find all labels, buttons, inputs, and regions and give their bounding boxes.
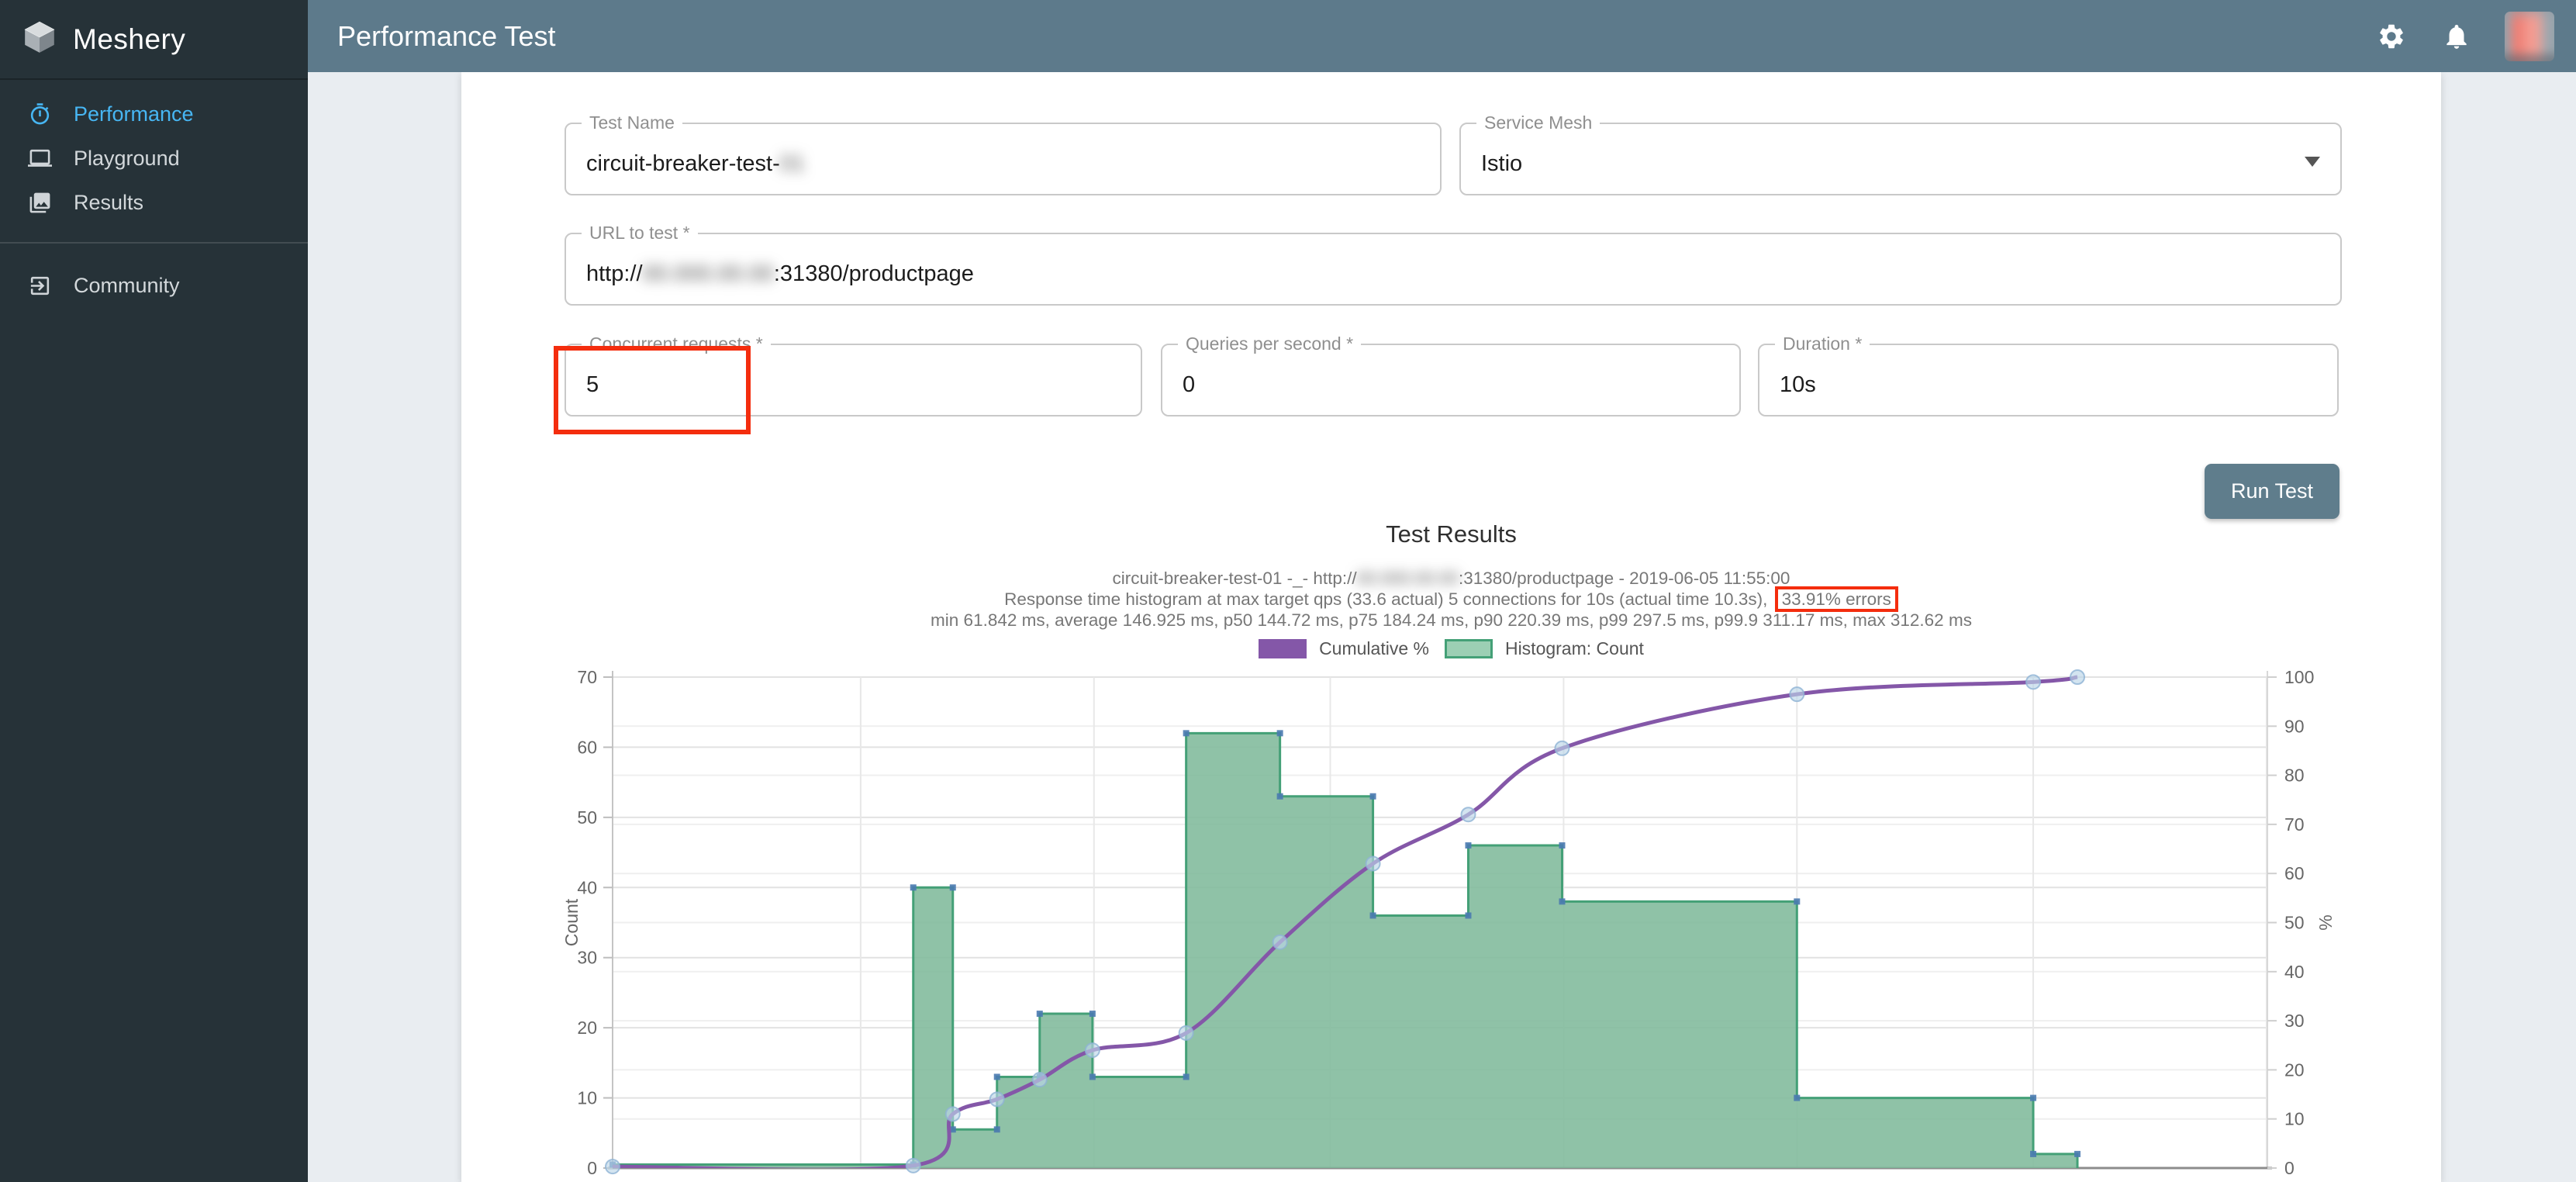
errors-annotation: 33.91% errors: [1775, 586, 1898, 612]
service-mesh-label: Service Mesh: [1476, 112, 1600, 133]
sidebar-item-performance[interactable]: Performance: [0, 92, 308, 137]
brand[interactable]: Meshery: [0, 0, 308, 80]
redacted-text: 01: [780, 151, 805, 176]
concurrent-requests-field[interactable]: Concurrent requests * 5: [565, 344, 1142, 416]
legend-item-cumulative[interactable]: Cumulative %: [1259, 638, 1429, 659]
qps-field[interactable]: Queries per second * 0: [1161, 344, 1741, 416]
run-test-button[interactable]: Run Test: [2205, 464, 2339, 519]
settings-button[interactable]: [2374, 19, 2409, 54]
svg-text:20: 20: [2284, 1059, 2305, 1080]
svg-text:0: 0: [587, 1158, 597, 1178]
url-field[interactable]: URL to test * http://00.000.00.00:31380/…: [565, 233, 2342, 306]
avatar[interactable]: [2505, 12, 2554, 61]
header-actions: [2374, 12, 2576, 61]
svg-text:50: 50: [2284, 913, 2305, 933]
svg-text:20: 20: [577, 1018, 597, 1038]
duration-value: 10s: [1780, 372, 1816, 398]
result-summary-line3: min 61.842 ms, average 146.925 ms, p50 1…: [461, 610, 2441, 631]
service-mesh-value: Istio: [1481, 151, 1522, 177]
svg-text:40: 40: [577, 877, 597, 897]
histogram-swatch-icon: [1445, 639, 1493, 658]
notifications-button[interactable]: [2440, 19, 2474, 54]
performance-test-card: Test Name circuit-breaker-test-01 Servic…: [461, 72, 2441, 1182]
svg-text:60: 60: [2284, 863, 2305, 883]
svg-text:40: 40: [2284, 962, 2305, 982]
sidebar: Meshery Performance Playground Results C…: [0, 0, 308, 1182]
header: Performance Test: [308, 0, 2576, 72]
url-value: http://00.000.00.00:31380/productpage: [586, 261, 974, 287]
svg-text:Count: Count: [561, 898, 582, 946]
test-name-label: Test Name: [582, 112, 682, 133]
result-summary-line1: circuit-breaker-test-01 -_- http://00.00…: [461, 569, 2441, 589]
svg-text:100: 100: [2284, 667, 2314, 687]
redacted-text: 00.000.00.00: [1357, 569, 1459, 588]
response-time-histogram-chart: 0 10 20 30 40 50 60 70 0 10 20 30 40 50 60 70 80 90 100 Cou…: [461, 659, 2441, 1182]
gear-icon: [2377, 22, 2406, 51]
sidebar-item-community[interactable]: Community: [0, 264, 308, 308]
photo-library-icon: [28, 191, 52, 215]
page-title: Performance Test: [308, 20, 2374, 53]
sidebar-item-label: Results: [74, 191, 143, 215]
legend-label: Cumulative %: [1319, 638, 1429, 659]
duration-label: Duration *: [1775, 334, 1870, 354]
exit-to-app-icon: [28, 274, 52, 298]
duration-field[interactable]: Duration * 10s: [1758, 344, 2339, 416]
bell-icon: [2442, 22, 2471, 51]
sidebar-nav: Performance Playground Results Community: [0, 80, 308, 308]
sidebar-divider: [0, 242, 308, 244]
laptop-icon: [28, 147, 52, 171]
sidebar-item-label: Playground: [74, 147, 180, 171]
concurrent-requests-label: Concurrent requests *: [582, 334, 771, 354]
svg-text:90: 90: [2284, 716, 2305, 736]
concurrent-requests-value: 5: [586, 372, 599, 398]
svg-text:50: 50: [577, 807, 597, 828]
brand-name: Meshery: [73, 23, 185, 56]
svg-text:0: 0: [2284, 1158, 2295, 1178]
svg-text:10: 10: [2284, 1109, 2305, 1129]
main-content: Test Name circuit-breaker-test-01 Servic…: [308, 72, 2576, 1182]
svg-text:30: 30: [2284, 1011, 2305, 1031]
meshery-logo-icon: [22, 19, 57, 59]
test-name-value: circuit-breaker-test-01: [586, 151, 805, 177]
avatar-blurred-image: [2505, 12, 2554, 61]
legend-label: Histogram: Count: [1505, 638, 1644, 659]
qps-value: 0: [1183, 372, 1195, 398]
svg-text:30: 30: [577, 948, 597, 968]
chart-legend: Cumulative % Histogram: Count: [461, 638, 2441, 659]
svg-text:%: %: [2315, 914, 2336, 930]
sidebar-item-label: Community: [74, 274, 180, 298]
sidebar-item-playground[interactable]: Playground: [0, 137, 308, 181]
redacted-text: 00.000.00.00: [643, 261, 774, 286]
cumulative-swatch-icon: [1259, 639, 1307, 658]
svg-text:80: 80: [2284, 766, 2305, 786]
sidebar-item-label: Performance: [74, 102, 194, 126]
url-label: URL to test *: [582, 223, 698, 244]
result-summary-line2: Response time histogram at max target qp…: [461, 589, 2441, 610]
svg-text:10: 10: [577, 1088, 597, 1108]
service-mesh-select[interactable]: Service Mesh Istio: [1459, 123, 2342, 195]
meshery-app: Meshery Performance Playground Results C…: [0, 0, 2576, 1182]
chevron-down-icon: [2305, 157, 2320, 167]
test-name-field[interactable]: Test Name circuit-breaker-test-01: [565, 123, 1442, 195]
svg-text:60: 60: [577, 737, 597, 757]
timer-icon: [28, 102, 52, 126]
sidebar-item-results[interactable]: Results: [0, 181, 308, 225]
test-results-title: Test Results: [461, 520, 2441, 548]
qps-label: Queries per second *: [1178, 334, 1361, 354]
svg-text:70: 70: [2284, 814, 2305, 835]
legend-item-histogram[interactable]: Histogram: Count: [1445, 638, 1644, 659]
svg-text:70: 70: [577, 667, 597, 687]
